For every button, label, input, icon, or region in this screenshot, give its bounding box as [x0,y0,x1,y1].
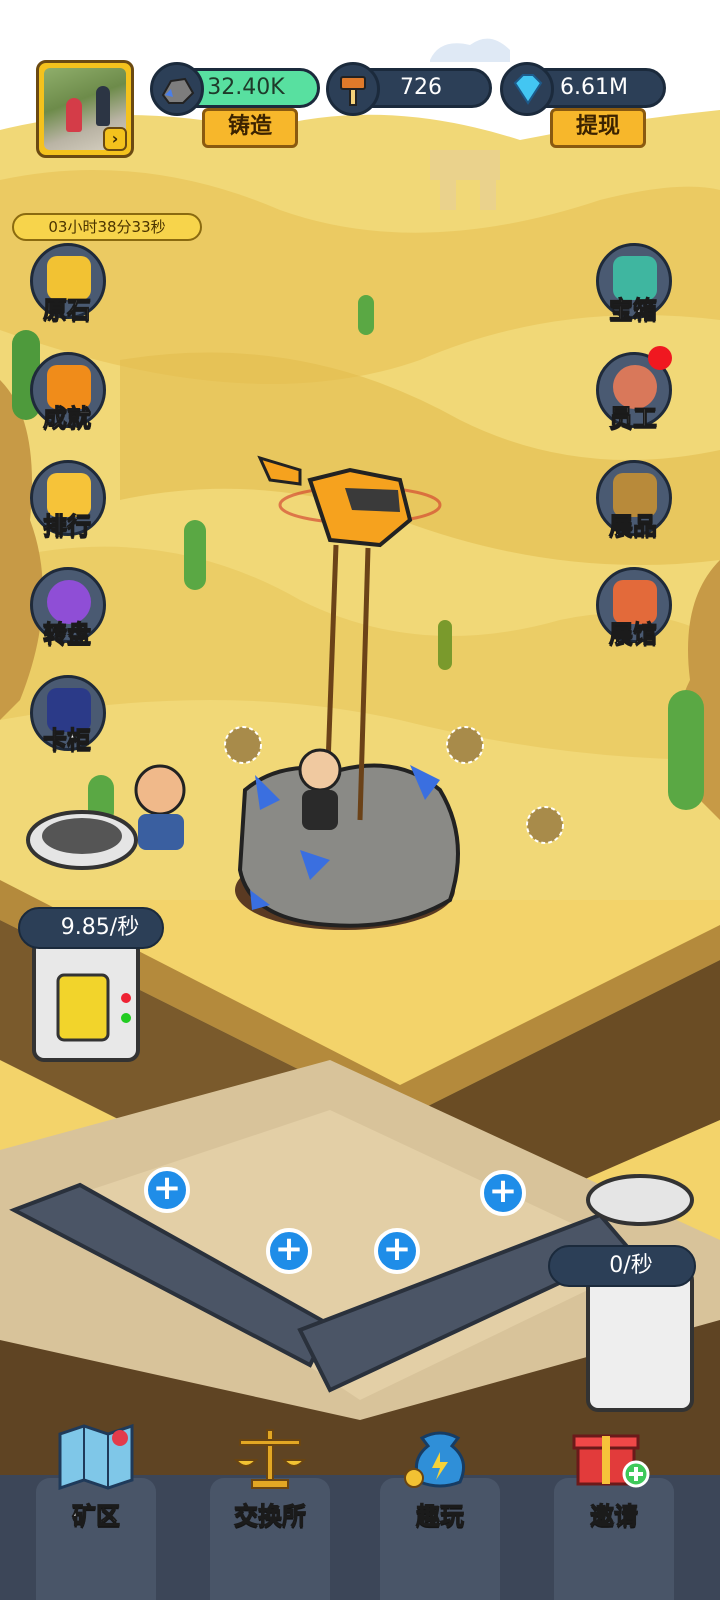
forge-button[interactable]: 铸造 [202,108,298,148]
hammer-icon [326,62,380,116]
player-avatar-card[interactable]: › [36,60,134,158]
raw-stone-label: 原石 [43,296,92,325]
add-worker-button[interactable]: + [480,1170,526,1216]
withdraw-button[interactable]: 提现 [550,108,646,148]
exhibit-label: 展品 [609,512,658,541]
nav-label-fun: 趣玩 [416,1502,465,1531]
chevron-right-icon: › [103,127,127,151]
hammer-amount: 726 [400,75,442,100]
ore-amount: 32.40K [207,75,285,100]
nav-label-exchange: 交换所 [234,1502,307,1531]
conveyor-rate-value: 0/秒 [609,1253,653,1278]
conveyor-rate-display: 0/秒 [548,1245,696,1287]
gift-icon [572,1434,650,1488]
nav-label-invite: 邀请 [590,1502,639,1531]
nav-label-mine-area: 矿区 [72,1502,121,1531]
wheel-label: 转盘 [43,620,92,649]
add-worker-button[interactable]: + [266,1228,312,1274]
add-worker-button[interactable]: + [374,1228,420,1274]
ranking-label: 排行 [43,512,92,541]
gem-amount: 6.61M [560,75,628,100]
staff-label: 员工 [609,404,658,433]
mine-rate-display: 9.85/秒 [18,907,164,949]
treasure-chest-label: 宝箱 [609,296,658,325]
map-icon [58,1423,134,1490]
add-worker-button[interactable]: + [144,1167,190,1213]
ore-icon [150,62,204,116]
countdown-timer: 03小时38分33秒 [12,213,202,241]
achievement-label: 成就 [43,404,92,433]
gem-icon [500,62,554,116]
scales-icon [233,1429,307,1489]
mine-rate-value: 9.85/秒 [60,915,140,940]
notification-dot [648,346,672,370]
gallery-label: 展馆 [609,620,658,649]
card-cabinet-label: 卡柜 [43,726,92,755]
money-bag-icon [404,1431,466,1488]
